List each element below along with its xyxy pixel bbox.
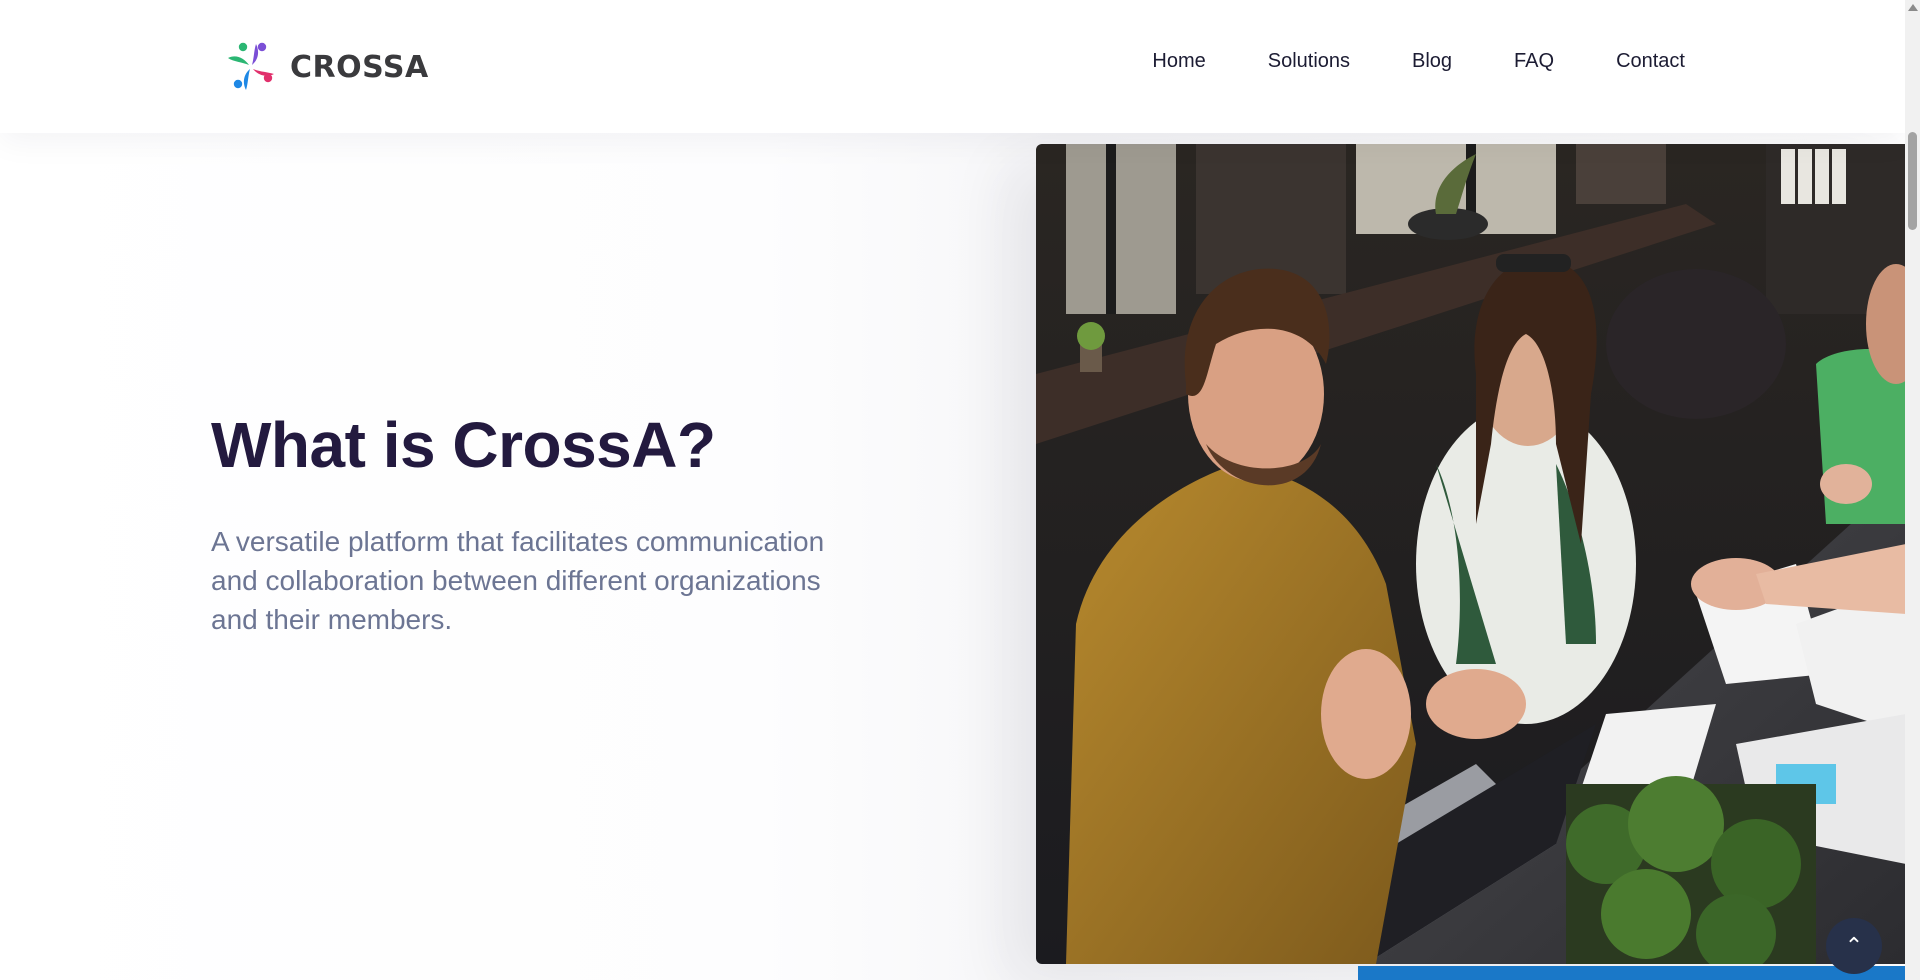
hero-title: What is CrossA?: [211, 409, 716, 481]
brand-logo[interactable]: CROSSA: [222, 38, 429, 96]
nav-home[interactable]: Home: [1152, 50, 1205, 73]
scroll-thumb[interactable]: [1908, 132, 1917, 230]
hero-image: [1036, 144, 1906, 964]
crossa-logo-icon: [228, 42, 274, 90]
page-scrollbar[interactable]: [1905, 0, 1920, 980]
scroll-to-top-button[interactable]: ⌃: [1826, 918, 1882, 974]
hero-description: A versatile platform that facilitates co…: [211, 526, 825, 635]
nav-blog[interactable]: Blog: [1412, 50, 1452, 73]
brand-name: CROSSA: [290, 49, 429, 85]
site-header: CROSSA Home Solutions Blog FAQ Contact: [0, 0, 1905, 133]
nav-solutions[interactable]: Solutions: [1268, 50, 1350, 73]
hero-accent-bar: [1358, 966, 1905, 980]
scroll-up-arrow-icon[interactable]: [1908, 4, 1918, 11]
nav-faq[interactable]: FAQ: [1514, 50, 1554, 73]
nav-contact[interactable]: Contact: [1616, 50, 1685, 73]
main-nav: Home Solutions Blog FAQ Contact: [1152, 50, 1685, 73]
chevron-up-icon: ⌃: [1844, 933, 1864, 958]
